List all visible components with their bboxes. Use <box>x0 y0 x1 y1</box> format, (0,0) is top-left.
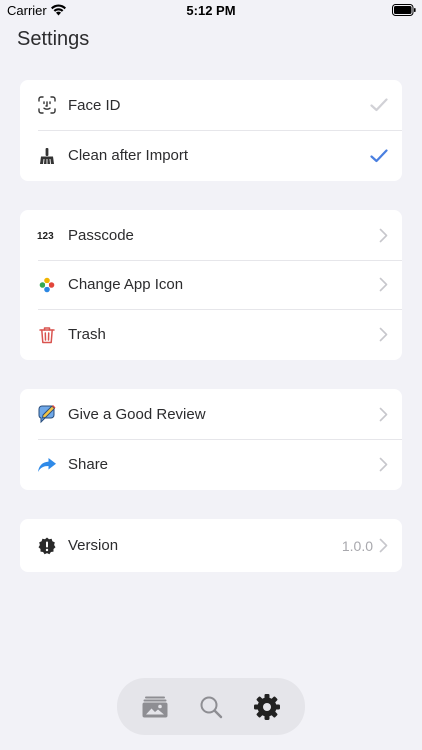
version-value: 1.0.0 <box>341 537 373 554</box>
row-label-version: Version <box>68 537 119 554</box>
checkmark-icon <box>370 148 388 162</box>
chevron-right-icon <box>379 407 388 421</box>
row-clean-after-import[interactable]: Clean after Import <box>20 130 402 181</box>
svg-text:123: 123 <box>37 231 54 241</box>
tab-gallery[interactable] <box>133 685 177 729</box>
version-badge-icon <box>37 536 57 556</box>
row-trail <box>379 277 388 292</box>
checkmark-icon <box>370 98 388 112</box>
row-trail <box>379 327 388 342</box>
battery-icon <box>392 4 416 16</box>
page-title: Settings <box>17 28 90 50</box>
row-version[interactable]: Version 1.0.0 <box>20 519 402 572</box>
tab-search[interactable] <box>189 685 233 729</box>
search-icon <box>200 696 223 718</box>
row-share[interactable]: Share <box>20 439 402 490</box>
chevron-right-icon <box>379 327 388 342</box>
row-label-clean-after-import: Clean after Import <box>68 147 189 164</box>
row-trail <box>379 407 388 422</box>
face-id-icon <box>37 95 57 115</box>
status-bar: Carrier 5:12 PM <box>0 0 422 22</box>
row-trail <box>379 457 388 472</box>
row-label-passcode: Passcode <box>68 226 134 244</box>
row-label-change-app-icon: Change App Icon <box>68 276 184 293</box>
gear-icon <box>254 693 280 720</box>
chevron-right-icon <box>379 457 388 472</box>
row-label-give-a-good-review: Give a Good Review <box>68 405 206 423</box>
review-pen-icon <box>37 404 57 424</box>
passcode-123-icon: 123 <box>37 225 57 245</box>
row-trail <box>370 148 388 163</box>
chevron-right-icon <box>379 228 388 242</box>
row-passcode[interactable]: 123 Passcode <box>20 210 402 260</box>
row-label-trash: Trash <box>68 326 106 343</box>
status-time: 5:12 PM <box>186 3 236 18</box>
app-icon-flower-icon <box>37 275 57 295</box>
photo-album-icon <box>142 696 168 717</box>
row-trail: 1.0.0 <box>342 538 388 554</box>
row-give-a-good-review[interactable]: Give a Good Review <box>20 389 402 439</box>
trash-icon <box>37 325 57 345</box>
settings-group-social: Give a Good Review Share <box>20 389 402 490</box>
row-face-id[interactable]: Face ID <box>20 80 402 130</box>
share-arrow-icon <box>37 455 57 475</box>
settings-group-security: Face ID Clean after Import <box>20 80 402 181</box>
row-trail <box>379 228 388 243</box>
settings-group-app: 123 Passcode Change App Icon Trash <box>20 210 402 360</box>
chevron-right-icon <box>379 277 388 292</box>
row-trash[interactable]: Trash <box>20 309 402 360</box>
row-label-share: Share <box>68 456 109 473</box>
tab-settings[interactable] <box>245 685 289 729</box>
settings-group-about: Version 1.0.0 <box>20 519 402 572</box>
tab-bar <box>117 678 305 735</box>
row-change-app-icon[interactable]: Change App Icon <box>20 260 402 309</box>
row-label-face-id: Face ID <box>68 96 121 114</box>
broom-icon <box>37 146 57 166</box>
row-trail <box>370 98 388 112</box>
chevron-right-icon <box>379 538 388 553</box>
